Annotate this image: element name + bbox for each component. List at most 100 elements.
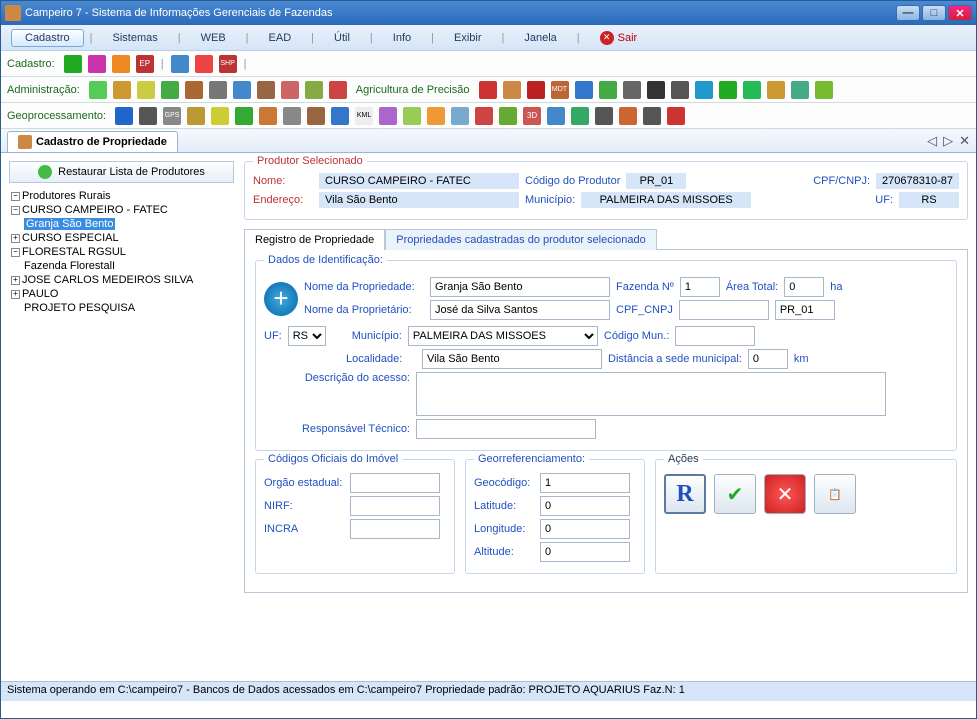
proprietario-input[interactable] (430, 300, 610, 320)
tb-icon[interactable] (403, 107, 421, 125)
tb-icon[interactable] (451, 107, 469, 125)
menu-web[interactable]: WEB (187, 29, 240, 47)
responsavel-input[interactable] (416, 419, 596, 439)
nome-prop-input[interactable] (430, 277, 610, 297)
tb-icon[interactable] (257, 81, 275, 99)
tab-close-icon[interactable]: ✕ (959, 133, 970, 149)
action-confirm-button[interactable]: ✔ (714, 474, 756, 514)
tb-icon[interactable] (427, 107, 445, 125)
menu-sistemas[interactable]: Sistemas (99, 29, 172, 47)
orgao-input[interactable] (350, 473, 440, 493)
tb-icon[interactable] (329, 81, 347, 99)
tb-icon[interactable] (379, 107, 397, 125)
tb-icon[interactable] (791, 81, 809, 99)
municipio-select[interactable]: PALMEIRA DAS MISSOES (408, 326, 598, 346)
add-button[interactable]: + (264, 282, 298, 316)
action-clipboard-button[interactable]: 📋 (814, 474, 856, 514)
tree-node[interactable]: +JOSE CARLOS MEDEIROS SILVA (11, 273, 232, 287)
tb-shp-icon[interactable]: SHP (219, 55, 237, 73)
tb-icon[interactable] (171, 55, 189, 73)
tb-icon[interactable] (743, 81, 761, 99)
menu-info[interactable]: Info (379, 29, 425, 47)
tree-node[interactable]: Fazenda FlorestalI (11, 259, 232, 273)
tb-icon[interactable] (209, 81, 227, 99)
tb-icon[interactable] (647, 81, 665, 99)
tb-icon[interactable] (503, 81, 521, 99)
tb-icon[interactable] (64, 55, 82, 73)
code-input[interactable] (775, 300, 835, 320)
tb-icon[interactable] (161, 81, 179, 99)
tb-icon[interactable] (259, 107, 277, 125)
tree-node[interactable]: PROJETO PESQUISA (11, 301, 232, 315)
tab-propriedades-cadastradas[interactable]: Propriedades cadastradas do produtor sel… (385, 229, 657, 250)
menu-sair[interactable]: ✕Sair (586, 28, 652, 48)
tree-node[interactable]: −FLORESTAL RGSUL (11, 245, 232, 259)
tb-icon[interactable] (547, 107, 565, 125)
tree-node-selected[interactable]: Granja São Bento (11, 217, 232, 231)
tree-node[interactable]: −CURSO CAMPEIRO - FATEC (11, 203, 232, 217)
localidade-input[interactable] (422, 349, 602, 369)
minimize-button[interactable]: — (896, 5, 920, 21)
tb-icon[interactable] (695, 81, 713, 99)
menu-ead[interactable]: EAD (255, 29, 306, 47)
tb-icon[interactable] (595, 107, 613, 125)
tb-icon[interactable] (89, 81, 107, 99)
tab-prev-icon[interactable]: ◁ (927, 133, 937, 149)
tb-icon[interactable] (815, 81, 833, 99)
tb-icon[interactable] (671, 81, 689, 99)
tb-icon[interactable] (307, 107, 325, 125)
tb-icon[interactable] (499, 107, 517, 125)
maximize-button[interactable]: □ (922, 5, 946, 21)
tb-icon[interactable] (599, 81, 617, 99)
tb-icon[interactable] (139, 107, 157, 125)
tab-cadastro-propriedade[interactable]: Cadastro de Propriedade (7, 131, 178, 152)
altitude-input[interactable] (540, 542, 630, 562)
tb-icon[interactable] (115, 107, 133, 125)
tb-icon[interactable] (185, 81, 203, 99)
menu-cadastro[interactable]: Cadastro (11, 29, 84, 47)
tree-root[interactable]: −Produtores Rurais (11, 189, 232, 203)
tb-icon[interactable] (305, 81, 323, 99)
tb-icon[interactable] (331, 107, 349, 125)
tb-icon[interactable] (113, 81, 131, 99)
tb-icon[interactable] (667, 107, 685, 125)
tb-icon[interactable] (619, 107, 637, 125)
geocodigo-input[interactable] (540, 473, 630, 493)
tb-icon[interactable] (137, 81, 155, 99)
tb-gps-icon[interactable]: GPS (163, 107, 181, 125)
restore-producers-button[interactable]: Restaurar Lista de Produtores (9, 161, 234, 183)
tb-icon[interactable] (767, 81, 785, 99)
incra-input[interactable] (350, 519, 440, 539)
tb-ep-icon[interactable]: EP (136, 55, 154, 73)
tb-icon[interactable] (643, 107, 661, 125)
tb-icon[interactable] (211, 107, 229, 125)
tab-next-icon[interactable]: ▷ (943, 133, 953, 149)
tree-node[interactable]: +PAULO (11, 287, 232, 301)
tb-icon[interactable] (475, 107, 493, 125)
tb-icon[interactable] (233, 81, 251, 99)
tb-icon[interactable] (623, 81, 641, 99)
tb-icon[interactable] (235, 107, 253, 125)
tree-node[interactable]: +CURSO ESPECIAL (11, 231, 232, 245)
distancia-input[interactable] (748, 349, 788, 369)
tb-icon[interactable] (88, 55, 106, 73)
uf-select[interactable]: RS (288, 326, 326, 346)
tb-3d-icon[interactable]: 3D (523, 107, 541, 125)
tb-icon[interactable] (281, 81, 299, 99)
menu-util[interactable]: Útil (320, 29, 364, 47)
tb-icon[interactable] (283, 107, 301, 125)
tb-icon[interactable] (187, 107, 205, 125)
close-button[interactable]: ✕ (948, 5, 972, 21)
nirf-input[interactable] (350, 496, 440, 516)
descricao-textarea[interactable] (416, 372, 886, 416)
tab-registro[interactable]: Registro de Propriedade (244, 229, 385, 250)
tb-icon[interactable] (479, 81, 497, 99)
tb-icon[interactable] (112, 55, 130, 73)
longitude-input[interactable] (540, 519, 630, 539)
menu-janela[interactable]: Janela (510, 29, 570, 47)
menu-exibir[interactable]: Exibir (440, 29, 496, 47)
latitude-input[interactable] (540, 496, 630, 516)
tb-icon[interactable] (575, 81, 593, 99)
area-input[interactable] (784, 277, 824, 297)
action-r-button[interactable]: R (664, 474, 706, 514)
